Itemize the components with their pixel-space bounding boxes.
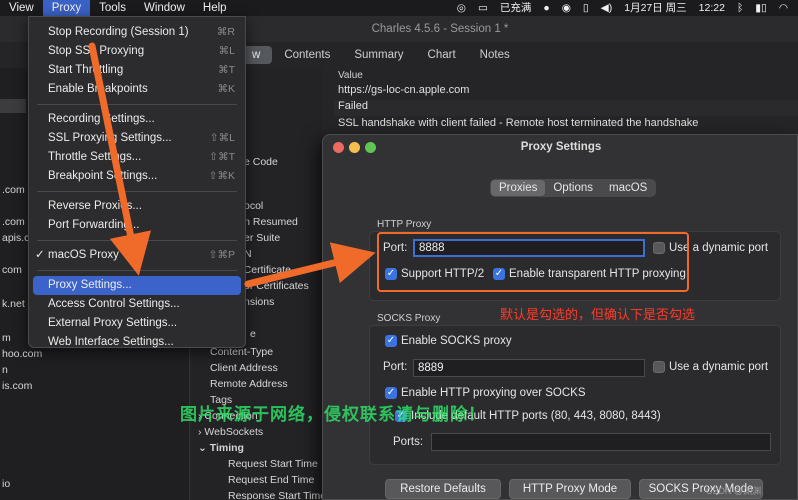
menu-item-web-interface-settings[interactable]: Web Interface Settings... xyxy=(29,333,245,352)
menu-item-enable-breakpoints[interactable]: Enable Breakpoints ⌘K xyxy=(29,80,245,99)
tree-row-websockets[interactable]: › WebSockets xyxy=(198,426,263,438)
tree-row[interactable]: nsions xyxy=(244,296,274,308)
wifi-icon[interactable]: ◠ xyxy=(779,0,788,16)
value-header[interactable]: Value xyxy=(338,70,363,81)
menu-item-access-control-settings[interactable]: Access Control Settings... xyxy=(29,295,245,314)
battery-icon[interactable]: ▮▯ xyxy=(755,0,767,16)
socks-port-input[interactable] xyxy=(413,359,645,377)
tree-row[interactable]: er Suite xyxy=(244,232,280,244)
enable-socks-checkbox[interactable]: ✓ Enable SOCKS proxy xyxy=(385,335,512,347)
menu-item-proxy-settings[interactable]: Proxy Settings... xyxy=(33,276,241,295)
tree-row[interactable]: e xyxy=(250,328,256,340)
battery-status-icon[interactable]: ▭ xyxy=(478,0,488,16)
menu-item-external-proxy-settings[interactable]: External Proxy Settings... xyxy=(29,314,245,333)
tab-proxies[interactable]: Proxies xyxy=(491,180,546,196)
tree-row[interactable]: Response Start Time xyxy=(228,490,326,500)
proxy-dropdown-menu: Stop Recording (Session 1) ⌘R Stop SSL Pr… xyxy=(28,16,246,348)
selected-row-highlight xyxy=(0,99,26,113)
window-title: Charles 4.5.6 - Session 1 * xyxy=(371,23,509,35)
annotation-highlight-box xyxy=(377,232,689,292)
value-line[interactable]: https://gs-loc-cn.apple.com xyxy=(338,84,469,96)
host-item[interactable]: n xyxy=(2,364,8,376)
wechat-icon[interactable]: ◉ xyxy=(562,0,571,16)
menu-view[interactable]: View xyxy=(0,0,43,16)
tree-row[interactable]: ocol xyxy=(244,200,263,212)
menu-item-throttle-settings[interactable]: Throttle Settings... ⇧⌘T xyxy=(29,148,245,167)
restore-defaults-button[interactable]: Restore Defaults xyxy=(385,479,501,499)
host-item[interactable]: .com xyxy=(2,216,25,228)
menu-separator xyxy=(37,104,237,105)
dialog-title: Proxy Settings xyxy=(520,141,602,153)
tab-options[interactable]: Options xyxy=(545,180,601,196)
source-watermark-text: 图片来源于网络，侵权联系请与删除！ xyxy=(180,405,486,425)
tab-chart[interactable]: Chart xyxy=(416,46,468,64)
ports-input[interactable] xyxy=(431,433,771,451)
ports-label: Ports: xyxy=(393,436,424,448)
value-line[interactable]: SSL handshake with client failed - Remot… xyxy=(338,117,698,129)
menu-separator xyxy=(37,270,237,271)
detail-tabs: w Contents Summary Chart Notes xyxy=(240,42,522,68)
tree-row[interactable]: Remote Address xyxy=(210,378,288,390)
host-item[interactable]: io xyxy=(2,478,10,490)
host-item[interactable]: is.com xyxy=(2,380,32,392)
tree-row[interactable]: Request Start Time xyxy=(228,458,318,470)
clock-text[interactable]: 12:22 xyxy=(699,0,725,16)
settings-segmented-control: Proxies Options macOS xyxy=(490,179,657,197)
menu-separator xyxy=(37,240,237,241)
checkmark-icon: ✓ xyxy=(385,387,397,399)
tree-row[interactable]: Request End Time xyxy=(228,474,314,486)
apple-icon[interactable]: ● xyxy=(543,0,549,16)
host-item[interactable]: m xyxy=(2,332,11,344)
date-text: 1月27日 周三 xyxy=(624,2,687,14)
http-proxy-mode-button[interactable]: HTTP Proxy Mode xyxy=(509,479,631,499)
menu-item-macos-proxy[interactable]: ✓ macOS Proxy ⇧⌘P xyxy=(29,246,245,265)
socks-port-label: Port: xyxy=(383,361,408,373)
screen: View Proxy Tools Window Help ◎ ▭ 已充满 ● ◉… xyxy=(0,0,798,500)
chevron-down-icon[interactable]: ⌄ xyxy=(198,442,210,454)
menu-item-stop-recording[interactable]: Stop Recording (Session 1) ⌘R xyxy=(29,23,245,42)
checkmark-icon: ✓ xyxy=(35,249,45,261)
volume-icon[interactable]: ◀) xyxy=(601,0,613,16)
menu-item-ssl-proxying-settings[interactable]: SSL Proxying Settings... ⇧⌘L xyxy=(29,129,245,148)
tree-row-timing[interactable]: ⌄ Timing xyxy=(198,442,244,454)
csdn-watermark: CSDN @渊渊 xyxy=(706,486,762,496)
menu-separator xyxy=(37,191,237,192)
http-over-socks-checkbox[interactable]: ✓ Enable HTTP proxying over SOCKS xyxy=(385,387,586,399)
tree-row[interactable]: e Code xyxy=(244,156,278,168)
checkbox-unchecked xyxy=(653,361,665,373)
menu-item-stop-ssl-proxying[interactable]: Stop SSL Proxying ⌘L xyxy=(29,42,245,61)
menu-item-reverse-proxies[interactable]: Reverse Proxies... xyxy=(29,197,245,216)
menu-item-port-forwarding[interactable]: Port Forwarding... xyxy=(29,216,245,235)
tree-row[interactable]: er Certificates xyxy=(244,280,309,292)
http-proxy-label: HTTP Proxy xyxy=(377,219,432,230)
macos-menubar: View Proxy Tools Window Help ◎ ▭ 已充满 ● ◉… xyxy=(0,0,798,16)
tree-row[interactable]: Client Address xyxy=(210,362,278,374)
menu-item-recording-settings[interactable]: Recording Settings... xyxy=(29,110,245,129)
value-line[interactable]: Failed xyxy=(338,100,368,112)
row-stripe xyxy=(334,100,798,116)
phone-icon[interactable]: ▯ xyxy=(583,0,589,16)
tab-notes[interactable]: Notes xyxy=(468,46,522,64)
host-item[interactable]: k.net xyxy=(2,298,25,310)
socks-dynamic-port-checkbox[interactable]: Use a dynamic port xyxy=(653,361,768,373)
menu-help[interactable]: Help xyxy=(194,0,236,16)
host-item[interactable]: com xyxy=(2,264,22,276)
sound-icon[interactable]: ◎ xyxy=(457,0,466,16)
menu-tools[interactable]: Tools xyxy=(90,0,135,16)
tab-summary[interactable]: Summary xyxy=(342,46,415,64)
menu-proxy[interactable]: Proxy xyxy=(42,0,91,16)
checkmark-icon: ✓ xyxy=(385,335,397,347)
bluetooth-icon[interactable]: ᛒ xyxy=(737,0,743,16)
menu-item-start-throttling[interactable]: Start Throttling ⌘T xyxy=(29,61,245,80)
menu-item-breakpoint-settings[interactable]: Breakpoint Settings... ⇧⌘K xyxy=(29,167,245,186)
menu-window[interactable]: Window xyxy=(135,0,194,16)
annotation-note: 默认是勾选的，但确认下是否勾选 xyxy=(500,308,696,323)
socks-proxy-label: SOCKS Proxy xyxy=(377,313,441,324)
host-item[interactable]: .com xyxy=(2,184,25,196)
charging-status: 已充满 xyxy=(499,2,532,14)
status-area: ◎ ▭ 已充满 ● ◉ ▯ ◀) 1月27日 周三 12:22 ᛒ ▮▯ ◠ xyxy=(457,0,798,16)
tab-contents[interactable]: Contents xyxy=(272,46,342,64)
tab-macos[interactable]: macOS xyxy=(601,180,655,196)
